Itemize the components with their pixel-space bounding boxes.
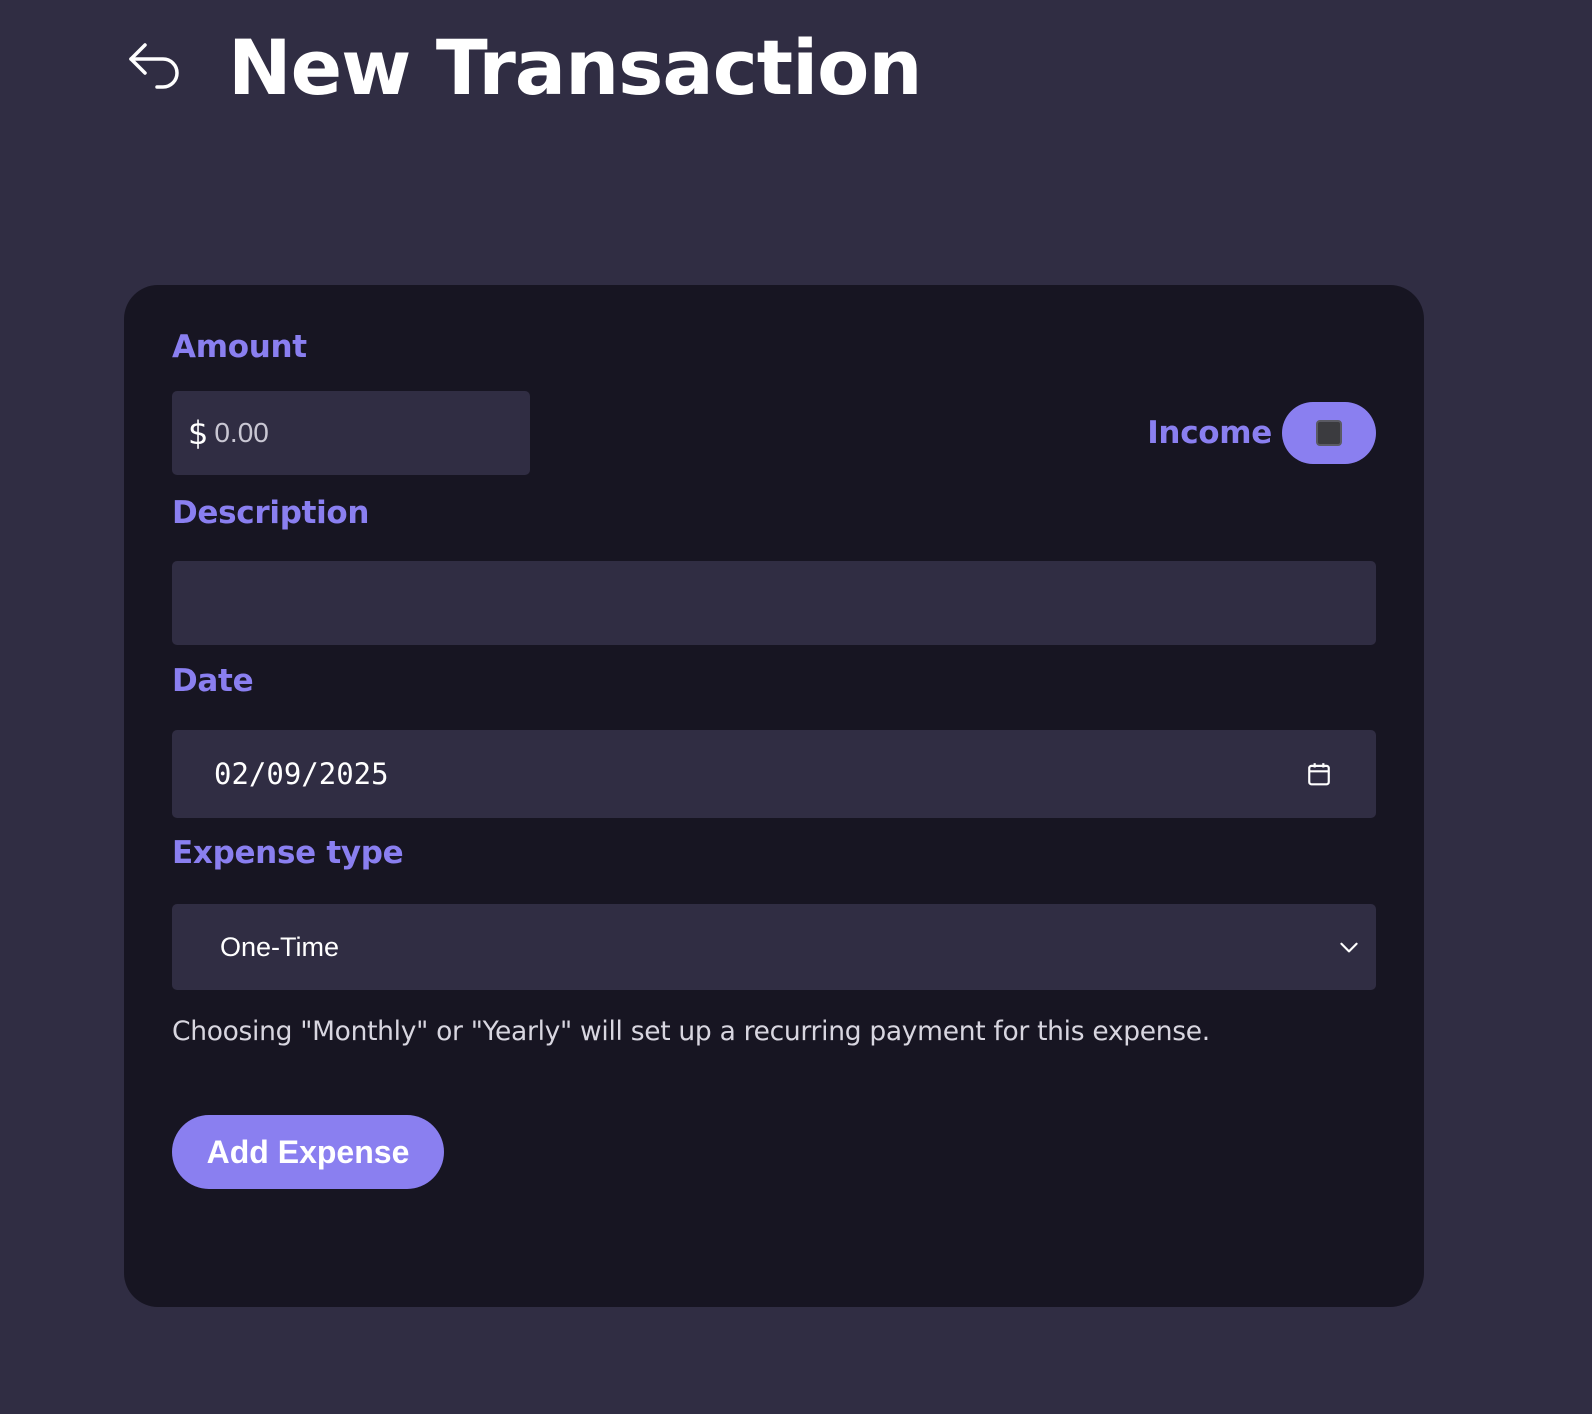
income-label: Income bbox=[1147, 415, 1272, 451]
expense-type-value: One-Time bbox=[220, 931, 340, 962]
date-field[interactable]: 02/09/2025 bbox=[172, 730, 1376, 818]
calendar-icon[interactable] bbox=[1306, 761, 1332, 787]
page-title: New Transaction bbox=[228, 23, 922, 112]
date-value[interactable]: 02/09/2025 bbox=[214, 757, 389, 791]
expense-type-select[interactable]: One-Time bbox=[172, 904, 1376, 990]
expense-type-label: Expense type bbox=[172, 835, 404, 871]
description-label: Description bbox=[172, 495, 370, 531]
amount-field[interactable]: $ bbox=[172, 391, 530, 475]
add-expense-button[interactable]: Add Expense bbox=[172, 1115, 444, 1189]
page: New Transaction Amount $ Income Descript… bbox=[0, 0, 1592, 1414]
amount-input[interactable] bbox=[214, 417, 495, 449]
back-arrow-icon bbox=[129, 43, 179, 89]
income-toggle[interactable] bbox=[1282, 402, 1376, 464]
header: New Transaction bbox=[124, 22, 922, 114]
description-field[interactable] bbox=[172, 561, 1376, 645]
date-label: Date bbox=[172, 663, 254, 699]
chevron-down-icon bbox=[1340, 942, 1358, 953]
amount-label: Amount bbox=[172, 329, 307, 365]
transaction-form-card: Amount $ Income Description Date 02/09/2… bbox=[124, 285, 1424, 1307]
expense-type-helper-text: Choosing "Monthly" or "Yearly" will set … bbox=[172, 1016, 1210, 1047]
back-button[interactable] bbox=[124, 38, 184, 98]
description-input[interactable] bbox=[172, 561, 1376, 645]
income-toggle-group: Income bbox=[1147, 402, 1376, 464]
income-checkbox[interactable] bbox=[1316, 420, 1342, 446]
currency-symbol: $ bbox=[188, 414, 209, 452]
